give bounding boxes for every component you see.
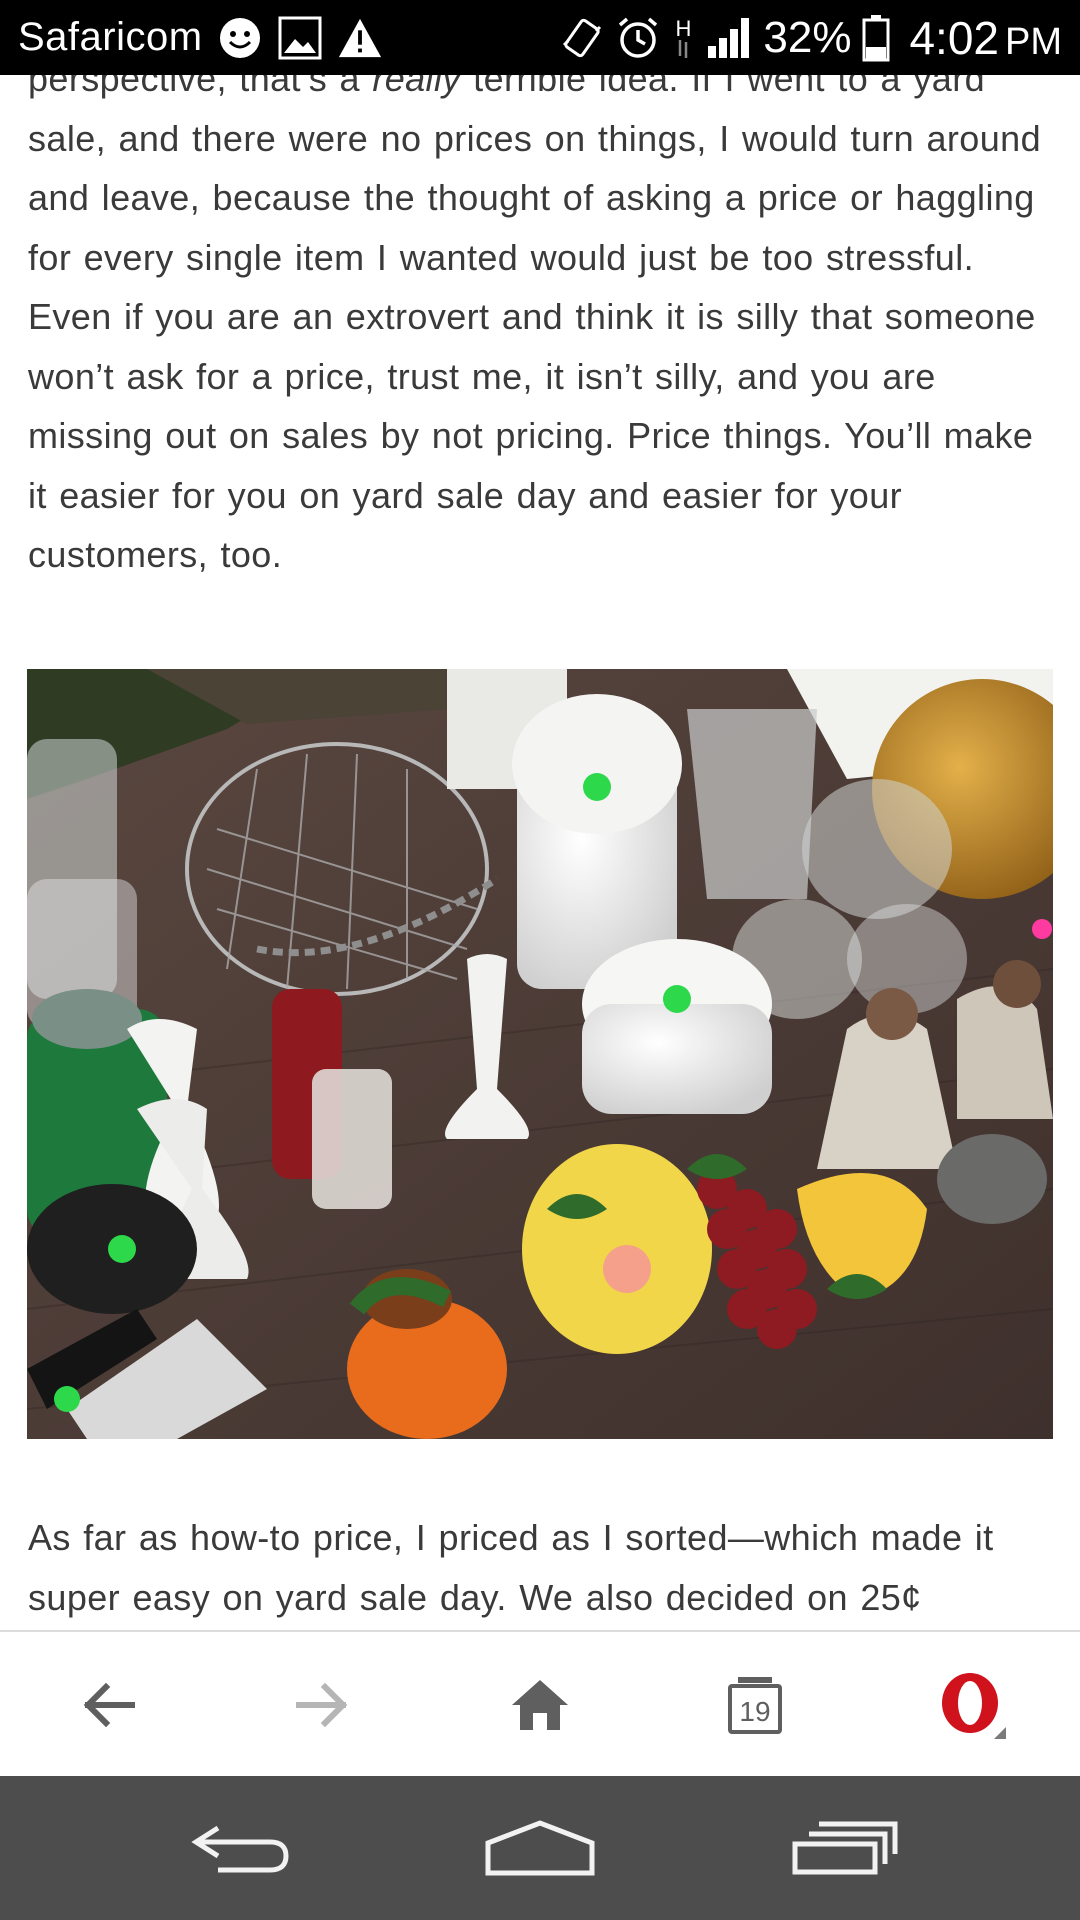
- opera-menu-button[interactable]: [917, 1650, 1027, 1760]
- nav-home-icon: [485, 1820, 595, 1876]
- status-left: Safaricom: [18, 15, 383, 61]
- status-bar: Safaricom H 32% 4:02 PM: [0, 0, 1080, 75]
- tabs-button[interactable]: 19: [700, 1650, 810, 1760]
- emoji-icon: [217, 15, 263, 61]
- paragraph-text: perspective, that’s a: [28, 75, 373, 99]
- system-nav-bar: [0, 1776, 1080, 1920]
- nav-recents-icon: [792, 1821, 898, 1875]
- vibrate-icon: [559, 15, 605, 61]
- warning-icon: [337, 15, 383, 61]
- battery-icon: [861, 14, 891, 61]
- article-paragraph: As far as how-to price, I priced as I so…: [28, 1517, 994, 1618]
- network-type-icon: H: [671, 15, 695, 61]
- system-recents-button[interactable]: [775, 1798, 915, 1898]
- home-button[interactable]: [485, 1650, 595, 1760]
- home-icon: [512, 1680, 568, 1730]
- clock: 4:02 PM: [909, 11, 1062, 65]
- opera-logo-icon: [942, 1673, 1006, 1739]
- tab-count: 19: [739, 1696, 771, 1727]
- carrier-name: Safaricom: [18, 15, 203, 59]
- signal-icon: [705, 15, 753, 61]
- back-button[interactable]: [53, 1650, 163, 1760]
- system-back-button[interactable]: [170, 1798, 310, 1898]
- browser-toolbar: 19: [0, 1630, 1080, 1776]
- network-type-label: H: [675, 15, 692, 41]
- status-right: H 32% 4:02 PM: [559, 11, 1062, 65]
- system-home-button[interactable]: [470, 1798, 610, 1898]
- back-arrow-icon: [83, 1682, 135, 1728]
- yard-sale-photo-graphic: [27, 669, 1053, 1439]
- nav-back-icon: [191, 1825, 289, 1873]
- forward-arrow-icon: [296, 1682, 348, 1728]
- article-content[interactable]: perspective, that’s a really terrible id…: [0, 75, 1080, 1630]
- forward-button[interactable]: [268, 1650, 378, 1760]
- clock-time: 4:02: [909, 11, 999, 64]
- clock-ampm: PM: [1005, 20, 1062, 63]
- paragraph-text: terrible idea. If I went to a yard sale,…: [28, 75, 1041, 575]
- alarm-icon: [615, 15, 661, 61]
- yard-sale-photo[interactable]: [27, 669, 1053, 1439]
- emphasis-text: really: [372, 75, 461, 99]
- article-paragraph: perspective, that’s a really terrible id…: [28, 75, 1058, 585]
- battery-percent: 32%: [763, 12, 852, 62]
- image-icon: [277, 15, 323, 61]
